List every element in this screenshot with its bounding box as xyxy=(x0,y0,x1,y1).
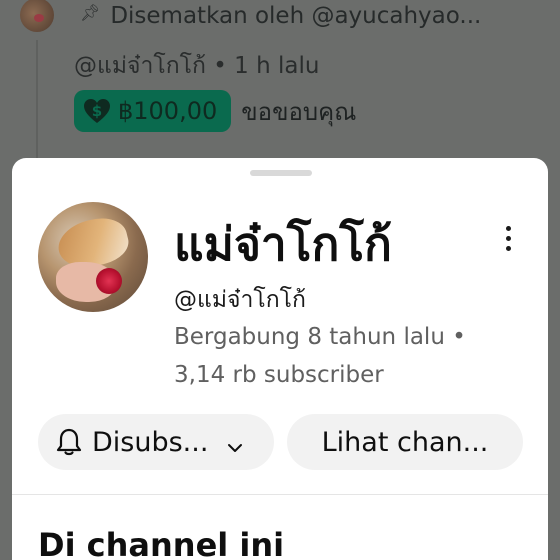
divider xyxy=(12,494,548,495)
view-channel-label: Lihat chan... xyxy=(321,426,489,458)
view-channel-button[interactable]: Lihat chan... xyxy=(287,414,523,470)
chevron-down-icon xyxy=(226,433,244,452)
comment-author-meta[interactable]: @แม่จ๋าโกโก้ • 1 h lalu xyxy=(74,48,319,84)
channel-handle: @แม่จ๋าโกโก้ xyxy=(174,287,306,313)
supers-amount: ฿100,00 xyxy=(118,97,218,125)
pin-icon: 📌︎ xyxy=(80,2,101,22)
channel-bottom-sheet: แม่จ๋าโกโก้ @แม่จ๋าโกโก้ Bergabung 8 tah… xyxy=(12,158,548,560)
pinned-by-text: Disematkan oleh @ayucahyao... xyxy=(110,3,482,29)
supers-row: $ ฿100,00 ขอขอบคุณ xyxy=(74,90,356,132)
subscribed-button[interactable]: Disubs... xyxy=(38,414,274,470)
joined-text: Bergabung 8 tahun lalu • xyxy=(174,324,466,350)
avatar-rose-shape xyxy=(96,268,122,294)
more-vertical-icon[interactable] xyxy=(496,220,520,256)
heart-dollar-icon: $ xyxy=(82,97,112,125)
section-title: Di channel ini xyxy=(38,526,285,560)
channel-stats: Bergabung 8 tahun lalu • 3,14 rb subscri… xyxy=(174,318,466,394)
supers-chip: $ ฿100,00 xyxy=(74,90,232,132)
thread-line xyxy=(36,40,38,170)
pinned-row: 📌︎ Disematkan oleh @ayucahyao... xyxy=(80,0,481,32)
bell-icon xyxy=(56,427,82,457)
svg-text:$: $ xyxy=(92,102,102,120)
subscriber-count: 3,14 rb subscriber xyxy=(174,362,384,388)
channel-name: แม่จ๋าโกโก้ xyxy=(174,217,392,271)
supers-message: ขอขอบคุณ xyxy=(241,97,357,126)
drag-handle[interactable] xyxy=(250,170,312,176)
subscribed-label: Disubs... xyxy=(92,426,209,458)
channel-avatar[interactable] xyxy=(38,202,148,312)
